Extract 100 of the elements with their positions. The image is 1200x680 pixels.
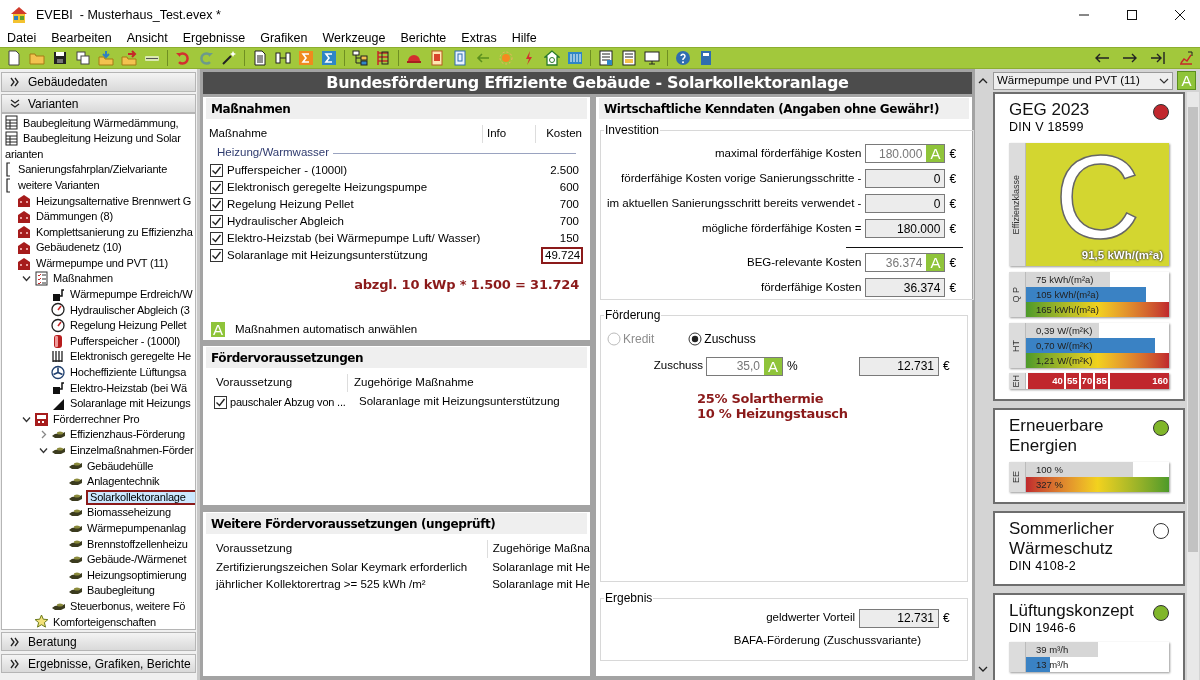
export-icon[interactable] (121, 50, 137, 66)
menu-item[interactable]: Ansicht (125, 29, 169, 48)
panel-header[interactable]: Ergebnisse, Grafiken, Berichte (1, 654, 196, 673)
tree-item[interactable]: Wärmepumpe Erdreich/W (69, 286, 194, 303)
tree-item[interactable]: Elektro-Heizstab (bei Wä (69, 379, 188, 397)
dropdown[interactable]: Wärmepumpe und PVT (11) (993, 72, 1173, 90)
column-header: Voraussetzung (216, 541, 294, 557)
undo-icon[interactable] (175, 50, 191, 66)
compare-icon[interactable] (275, 50, 291, 66)
menu-item[interactable]: Grafiken (259, 29, 309, 48)
input-field[interactable]: 0 (865, 169, 946, 188)
menu-item[interactable]: Ergebnisse (181, 29, 247, 48)
list-icon[interactable] (375, 50, 391, 66)
sum-icon[interactable] (321, 50, 337, 66)
tree-item[interactable]: Brennstoffzellenheizu (86, 535, 189, 553)
checkbox[interactable] (214, 395, 227, 409)
tree-item[interactable]: Baubegleitung (86, 582, 156, 599)
tree-item[interactable]: Hocheffiziente Lüftungsa (69, 364, 188, 381)
menu-item[interactable]: Hilfe (510, 29, 538, 48)
tree-item[interactable]: Gebäudehülle (86, 457, 155, 475)
menu-item[interactable]: Werkzeuge (321, 29, 387, 48)
tree-item[interactable]: Wärmepumpenanlag (86, 520, 187, 537)
radio-button[interactable]: Zuschuss (688, 331, 756, 347)
copy-icon[interactable] (75, 50, 91, 66)
scrollbar[interactable] (1187, 92, 1199, 680)
checkbox[interactable] (210, 198, 223, 211)
tree-item[interactable]: Sanierungsfahrplan/Zielvariante (17, 161, 169, 178)
tree-item[interactable]: Gebäude-/Wärmenet (86, 551, 188, 568)
report-icon[interactable] (598, 50, 614, 66)
tree-item[interactable]: Hydraulischer Abgleich (3 (69, 301, 191, 319)
radiator-icon (51, 349, 66, 365)
input-field[interactable]: 180.000 A (865, 144, 946, 163)
tree-item[interactable]: Biomasseheizung (86, 504, 172, 521)
card-icon[interactable] (429, 50, 445, 66)
menu-item[interactable]: Bearbeiten (50, 29, 113, 48)
tree-item[interactable]: Maßnahmen (52, 270, 114, 287)
input-field[interactable]: 35,0 A (706, 356, 783, 376)
input-field[interactable]: 12.731 (859, 608, 939, 628)
tree-item[interactable]: Heizungsalternative Brennwert G (35, 192, 193, 209)
card-icon[interactable] (452, 50, 468, 66)
tree-item[interactable]: Elektronisch geregelte He (69, 348, 192, 365)
tree-item[interactable]: Wärmepumpe und PVT (11) (35, 254, 169, 272)
scrollbar-thumb[interactable] (1188, 107, 1198, 552)
maximize-icon[interactable] (1126, 9, 1138, 21)
wand-icon[interactable] (221, 50, 237, 66)
tree-item[interactable]: Anlagentechnik (86, 473, 161, 490)
help-icon[interactable] (675, 50, 691, 66)
panel-header[interactable]: Varianten (1, 94, 196, 113)
tree-item[interactable]: Dämmungen (8) (35, 208, 114, 225)
chevron-right-icon[interactable] (39, 430, 48, 440)
new-file-icon[interactable] (6, 50, 22, 66)
import-icon[interactable] (98, 50, 114, 66)
tree-item[interactable]: Baubegleitung Wärmedämmung, (22, 114, 180, 132)
arrow-to-bar-icon[interactable] (1150, 50, 1166, 66)
tree-item[interactable]: Gebäudenetz (10) (35, 239, 123, 256)
tree-item[interactable]: Solarkollektoranlage (86, 489, 195, 505)
menu-item[interactable]: Datei (6, 29, 38, 48)
hierarchy-icon[interactable] (352, 50, 368, 66)
scroll-up-icon[interactable] (978, 77, 988, 85)
tree-item[interactable]: Heizungsoptimierung (86, 566, 188, 584)
tree-item[interactable]: Baubegleitung Heizung und Solar (22, 130, 182, 147)
group-label: Förderung (604, 307, 662, 324)
chart-icon[interactable] (1178, 50, 1194, 66)
input-field[interactable]: 0 (865, 194, 946, 213)
tree-item[interactable]: Komforteigenschaften (52, 613, 157, 629)
tree-item[interactable]: arianten (4, 145, 45, 163)
book-icon[interactable] (698, 50, 714, 66)
menu-item[interactable]: Berichte (399, 29, 448, 48)
document-icon[interactable] (252, 50, 268, 66)
radio-icon[interactable] (688, 332, 703, 346)
tree-item[interactable]: Einzelmaßnahmen-Förder (69, 442, 195, 459)
chevron-down-icon[interactable] (39, 445, 48, 455)
chevron-down-icon[interactable] (22, 414, 31, 424)
menu-item[interactable]: Extras (460, 29, 498, 48)
monitor-icon[interactable] (644, 50, 660, 66)
tree-item[interactable]: Regelung Heizung Pellet (69, 317, 188, 334)
report-icon[interactable] (621, 50, 637, 66)
input-field[interactable]: 12.731 (859, 356, 939, 376)
close-icon[interactable] (1174, 9, 1186, 21)
checkbox[interactable] (210, 164, 223, 177)
checkbox[interactable] (210, 181, 223, 194)
checkbox[interactable] (210, 232, 223, 245)
tree-item[interactable]: Effizienzhaus-Förderung (69, 426, 187, 443)
input-field[interactable]: 36.374 (865, 278, 946, 297)
tree-item[interactable]: Pufferspeicher - (1000l) (69, 332, 181, 350)
tree-item[interactable]: Förderrechner Pro (52, 410, 141, 428)
input-field[interactable]: 180.000 (865, 219, 946, 238)
checkbox[interactable] (210, 215, 223, 228)
tree-item[interactable]: weitere Varianten (17, 176, 101, 194)
chevron-down-icon[interactable] (22, 274, 31, 284)
scroll-down-icon[interactable] (978, 665, 988, 673)
checkbox[interactable] (210, 249, 223, 262)
panel-header[interactable]: Gebäudedaten (1, 72, 196, 92)
save-icon[interactable] (52, 50, 68, 66)
tree-item[interactable]: Solaranlage mit Heizungs (69, 395, 192, 412)
input-field[interactable]: 36.374 A (865, 253, 946, 272)
tree-item[interactable]: Komplettsanierung zu Effizienzha (35, 223, 194, 241)
tree-item[interactable]: Steuerbonus, weitere Fö (69, 597, 187, 615)
house-icon[interactable] (544, 50, 560, 66)
panel-header[interactable]: Beratung (1, 632, 196, 651)
